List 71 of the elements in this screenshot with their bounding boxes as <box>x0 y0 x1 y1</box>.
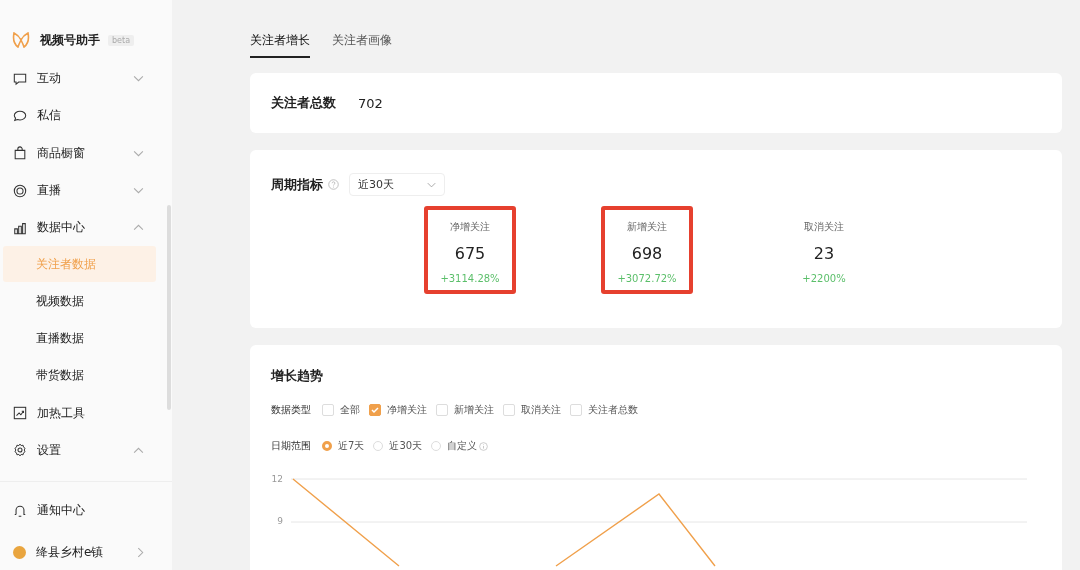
metric-value: 675 <box>454 244 486 263</box>
metric-label: 取消关注 <box>804 220 844 234</box>
metric-change: +3114.28% <box>440 273 500 284</box>
metric-change: +3072.72% <box>617 273 677 284</box>
nav-item[interactable]: 加热工具 <box>0 394 172 432</box>
chat-bubble-icon <box>13 108 27 123</box>
metric-label: 净增关注 <box>450 220 490 234</box>
metric-change: +2200% <box>802 273 846 284</box>
nav-item[interactable]: 设置 <box>0 431 172 470</box>
filter-label: 数据类型 <box>271 403 311 417</box>
info-icon <box>479 441 489 451</box>
axis-label: 9 <box>277 516 283 526</box>
radio-option[interactable]: 近7天 <box>322 439 365 453</box>
nav-item[interactable]: 互动 <box>0 60 172 98</box>
checkbox-option[interactable]: 新增关注 <box>436 403 494 417</box>
radio-option[interactable]: 自定义 <box>431 439 489 453</box>
radio-option[interactable]: 近30天 <box>373 439 423 453</box>
metric-label: 新增关注 <box>627 220 667 234</box>
beta-badge: beta <box>108 34 135 46</box>
card-title: 增长趋势 <box>271 367 323 385</box>
tab[interactable]: 关注者增长 <box>250 32 310 58</box>
nav-subitem[interactable]: 直播数据 <box>3 320 156 357</box>
nav-label: 互动 <box>37 70 62 88</box>
metric-value: 23 <box>813 244 835 263</box>
nav-label: 加热工具 <box>37 404 86 422</box>
bell-icon <box>13 503 27 518</box>
nav-label: 设置 <box>37 441 62 459</box>
live-icon <box>13 183 27 198</box>
nav-item[interactable]: 数据中心 <box>0 209 172 247</box>
caret-icon <box>427 181 436 188</box>
nav-subitem[interactable]: 视频数据 <box>3 283 156 320</box>
avatar <box>13 546 26 560</box>
checkbox[interactable] <box>322 404 334 416</box>
total-label: 关注者总数 <box>271 94 336 112</box>
trend-icon <box>13 406 27 421</box>
bar-chart-icon <box>13 220 27 235</box>
nav-item[interactable]: 直播 <box>0 171 172 210</box>
logo-icon <box>12 32 30 48</box>
checkbox[interactable] <box>503 404 515 416</box>
checkbox-option[interactable]: 取消关注 <box>503 403 561 417</box>
chevron-right-icon <box>137 547 144 559</box>
help-icon <box>328 179 339 190</box>
card-title: 周期指标 <box>271 175 323 194</box>
chat-icon <box>13 71 27 86</box>
tab[interactable]: 关注者画像 <box>332 32 392 58</box>
nav-label: 商品橱窗 <box>37 144 86 162</box>
axis-label: 12 <box>271 474 283 484</box>
account-item[interactable]: 绛县乡村e镇 <box>0 534 172 570</box>
account-name: 绛县乡村e镇 <box>36 544 105 562</box>
bag-icon <box>13 146 27 161</box>
settings-icon <box>13 443 27 458</box>
nav-item[interactable]: 商品橱窗 <box>0 134 172 172</box>
total-value: 702 <box>358 95 383 111</box>
checkbox-option[interactable]: 净增关注 <box>369 403 427 417</box>
checkbox-option[interactable]: 全部 <box>322 403 360 417</box>
checkbox-option[interactable]: 关注者总数 <box>570 403 638 417</box>
checkbox[interactable] <box>570 404 582 416</box>
radio-button[interactable] <box>322 441 332 451</box>
metric-value: 698 <box>631 244 663 263</box>
filter-label: 日期范围 <box>271 439 311 453</box>
nav-item[interactable]: 私信 <box>0 97 172 135</box>
nav-label: 数据中心 <box>37 219 86 237</box>
range-select[interactable]: 近30天 <box>349 173 445 196</box>
checkbox[interactable] <box>436 404 448 416</box>
app-title: 视频号助手 <box>40 31 100 49</box>
nav-label: 直播 <box>37 182 62 200</box>
nav-label: 私信 <box>37 107 62 125</box>
notification-item[interactable]: 通知中心 <box>0 492 172 530</box>
nav-label: 通知中心 <box>37 502 86 520</box>
nav-subitem[interactable]: 带货数据 <box>3 357 156 394</box>
checkbox[interactable] <box>369 404 381 416</box>
